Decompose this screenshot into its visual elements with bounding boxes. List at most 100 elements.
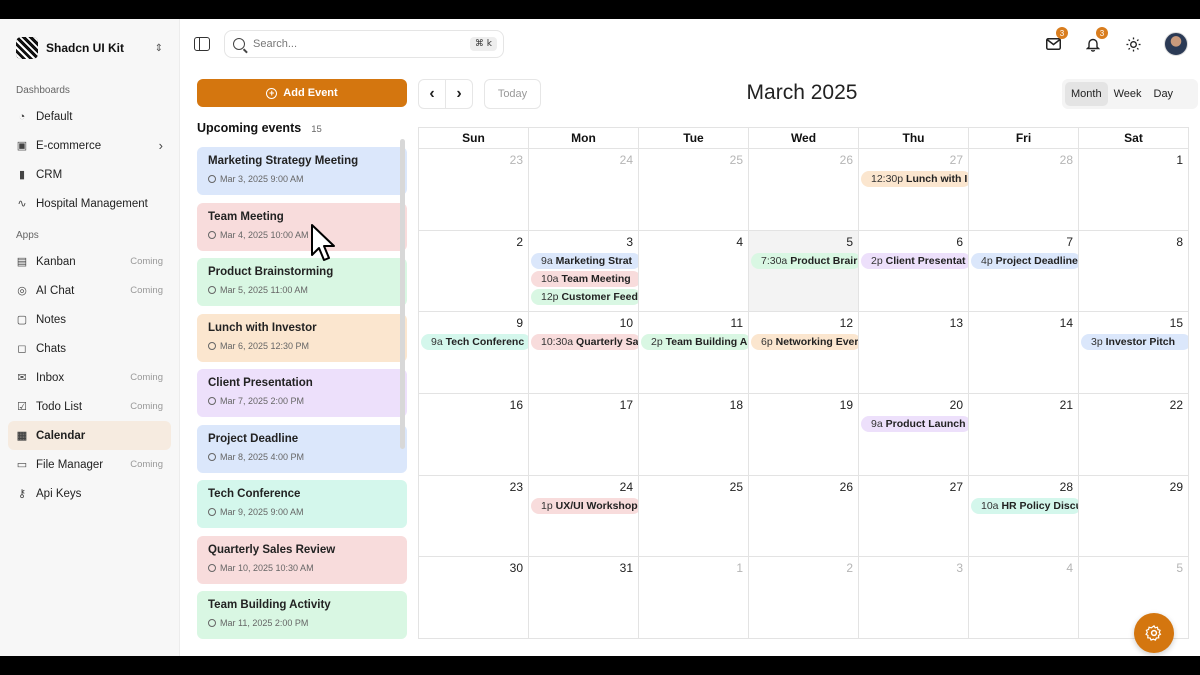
day-cell[interactable]: 13 <box>859 312 969 394</box>
day-cell[interactable]: 16 <box>419 394 529 475</box>
day-cell[interactable]: 10 10:30a Quarterly Sa <box>529 312 639 394</box>
day-number: 24 <box>619 153 633 167</box>
day-cell[interactable]: 25 <box>639 475 749 557</box>
event-card[interactable]: Team Building Activity Mar 11, 2025 2:00 … <box>197 591 407 639</box>
day-cell[interactable]: 4 <box>639 230 749 312</box>
settings-fab[interactable] <box>1134 613 1174 653</box>
calendar-event-chip[interactable]: 1p UX/UI Workshop <box>531 497 638 514</box>
day-cell[interactable]: 1 <box>639 557 749 639</box>
calendar-event-chip[interactable]: 7:30a Product Brair <box>751 252 858 269</box>
sidebar-item-hospital[interactable]: ∿ Hospital Management <box>8 189 171 218</box>
day-cell[interactable]: 14 <box>969 312 1079 394</box>
theme-toggle-button[interactable] <box>1124 35 1142 53</box>
sidebar-item-calendar[interactable]: ▦ Calendar <box>8 421 171 450</box>
day-cell[interactable]: 30 <box>419 557 529 639</box>
day-cell[interactable]: 26 <box>749 149 859 230</box>
event-card[interactable]: Marketing Strategy Meeting Mar 3, 2025 9:… <box>197 147 407 195</box>
day-cell[interactable]: 5 7:30a Product Brair <box>749 230 859 312</box>
calendar-event-chip[interactable]: 2p Team Building A <box>641 334 748 351</box>
event-list-scrollbar[interactable] <box>400 139 405 449</box>
day-cell[interactable]: 31 <box>529 557 639 639</box>
day-cell[interactable]: 2 <box>749 557 859 639</box>
day-cell[interactable]: 26 <box>749 475 859 557</box>
day-cell[interactable]: 15 3p Investor Pitch <box>1079 312 1188 393</box>
day-cell[interactable]: 24 1p UX/UI Workshop <box>529 475 639 557</box>
day-cell[interactable]: 29 <box>1079 476 1188 557</box>
calendar-event-chip[interactable]: 3p Investor Pitch <box>1081 334 1188 351</box>
calendar-event-chip[interactable]: 9a Tech Conferenc <box>421 334 528 351</box>
calendar-event-chip[interactable]: 2p Client Presentat <box>861 252 968 269</box>
sidebar-item-inbox[interactable]: ✉ Inbox Coming <box>8 363 171 392</box>
sidebar-item-default[interactable]: ◔ Default <box>8 102 171 131</box>
day-cell[interactable]: 1 <box>1079 149 1188 230</box>
weekday-label: Mon <box>529 128 639 148</box>
day-cell[interactable]: 11 2p Team Building A <box>639 312 749 394</box>
day-cell[interactable]: 22 <box>1079 394 1188 475</box>
sidebar-item-file-manager[interactable]: ▭ File Manager Coming <box>8 450 171 479</box>
calendar-event-chip[interactable]: 4p Project Deadline <box>971 252 1078 269</box>
calendar-event-chip[interactable]: 9a Marketing Strat <box>531 252 638 269</box>
day-cell[interactable]: 3 9a Marketing Strat 10a Team Meeting 12p C… <box>529 230 639 312</box>
calendar-event-chip[interactable]: 6p Networking Ever <box>751 334 858 351</box>
calendar-event-chip[interactable]: 12p Customer Feed <box>531 288 638 305</box>
event-card[interactable]: Tech Conference Mar 9, 2025 9:00 AM <box>197 480 407 528</box>
sidebar-toggle-icon[interactable] <box>194 37 210 51</box>
day-number: 14 <box>1059 316 1073 331</box>
day-cell[interactable]: 4 <box>969 557 1079 639</box>
brand-switcher[interactable]: Shadcn UI Kit ⇕ <box>8 33 171 79</box>
sidebar-item-crm[interactable]: ▮ CRM <box>8 160 171 189</box>
event-card[interactable]: Lunch with Investor Mar 6, 2025 12:30 PM <box>197 313 407 362</box>
week-row: 23 24 25 26 27 12:30p Lunch with Ir 28 1 <box>419 149 1188 231</box>
sidebar-item-notes[interactable]: ▢ Notes <box>8 305 171 334</box>
sidebar-item-ai-chat[interactable]: ◎ AI Chat Coming <box>8 276 171 305</box>
day-cell[interactable]: 12 6p Networking Ever <box>749 312 859 394</box>
event-time: 10:30a <box>541 336 574 349</box>
sidebar-item-todo[interactable]: ☑ Todo List Coming <box>8 392 171 421</box>
calendar-event-chip[interactable]: 12:30p Lunch with Ir <box>861 171 968 187</box>
day-cell[interactable]: 24 <box>529 149 639 230</box>
view-day-button[interactable]: Day <box>1148 82 1180 106</box>
day-cell[interactable]: 25 <box>639 149 749 230</box>
event-card[interactable]: Product Brainstorming Mar 5, 2025 11:00 A… <box>197 258 407 306</box>
view-week-button[interactable]: Week <box>1108 82 1148 106</box>
day-cell[interactable]: 2 <box>419 230 529 312</box>
day-cell[interactable]: 17 <box>529 394 639 475</box>
event-card[interactable]: Team Meeting Mar 4, 2025 10:00 AM <box>197 202 407 251</box>
calendar-event-chip[interactable]: 9a Product Launch <box>861 416 968 433</box>
search-input[interactable]: Search... ⌘ k <box>224 30 504 58</box>
day-cell[interactable]: 27 <box>859 475 969 557</box>
sidebar-item-ecommerce[interactable]: ▣ E-commerce › <box>8 131 171 160</box>
day-cell[interactable]: 19 <box>749 394 859 475</box>
day-cell[interactable]: 20 9a Product Launch <box>859 394 969 475</box>
day-cell[interactable]: 28 10a HR Policy Discu <box>969 475 1079 557</box>
notifications-button[interactable]: 3 <box>1084 27 1108 53</box>
calendar-event-chip[interactable]: 10:30a Quarterly Sa <box>531 334 638 351</box>
day-cell[interactable]: 3 <box>859 557 969 639</box>
day-cell[interactable]: 7 4p Project Deadline <box>969 230 1079 312</box>
day-cell[interactable]: 27 12:30p Lunch with Ir <box>859 149 969 230</box>
day-cell[interactable]: 21 <box>969 394 1079 475</box>
event-card[interactable]: Client Presentation Mar 7, 2025 2:00 PM <box>197 369 407 417</box>
weekday-header-row: Sun Mon Tue Wed Thu Fri Sat <box>419 128 1188 149</box>
event-title: Product Brair <box>790 254 858 267</box>
day-cell[interactable]: 9 9a Tech Conferenc <box>419 312 529 394</box>
day-number: 5 <box>1176 561 1183 576</box>
shopping-bag-icon: ▣ <box>16 140 28 152</box>
day-cell[interactable]: 23 <box>419 475 529 557</box>
day-cell[interactable]: 6 2p Client Presentat <box>859 230 969 312</box>
sidebar-item-kanban[interactable]: ▤ Kanban Coming <box>8 247 171 276</box>
day-cell[interactable]: 23 <box>419 149 529 230</box>
mail-button[interactable]: 3 <box>1044 27 1068 53</box>
event-card[interactable]: Quarterly Sales Review Mar 10, 2025 10:30… <box>197 535 407 584</box>
event-card[interactable]: Project Deadline Mar 8, 2025 4:00 PM <box>197 424 407 473</box>
avatar[interactable] <box>1164 32 1188 56</box>
day-cell[interactable]: 18 <box>639 394 749 475</box>
calendar-event-chip[interactable]: 10a Team Meeting <box>531 270 638 287</box>
view-month-button[interactable]: Month <box>1065 82 1108 106</box>
sidebar-item-api-keys[interactable]: ⚷ Api Keys <box>8 479 171 508</box>
sidebar-item-chats[interactable]: ◻ Chats <box>8 334 171 363</box>
day-cell[interactable]: 28 <box>969 149 1079 230</box>
calendar-event-chip[interactable]: 10a HR Policy Discu <box>971 497 1078 514</box>
day-cell[interactable]: 8 <box>1079 231 1188 312</box>
add-event-button[interactable]: + Add Event <box>197 79 407 107</box>
